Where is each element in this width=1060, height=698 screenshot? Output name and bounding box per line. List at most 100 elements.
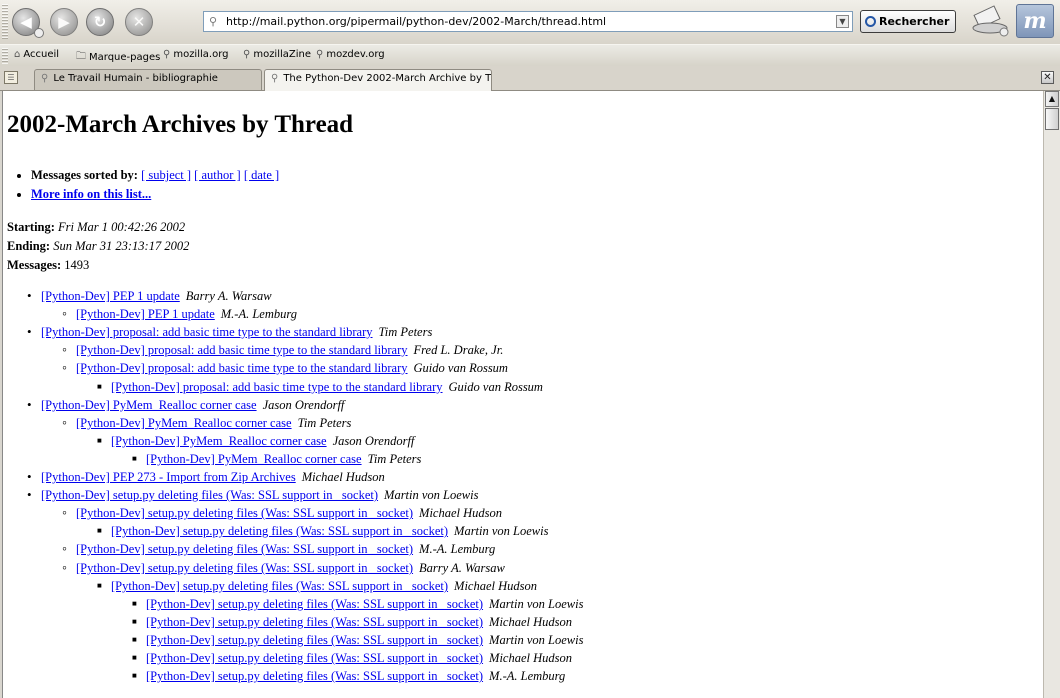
message-author: Jason Orendorff	[262, 398, 345, 412]
reload-button[interactable]: ↻	[86, 8, 114, 36]
close-tab-icon[interactable]: ✕	[1041, 71, 1054, 84]
url-bar[interactable]: ⚲ ▼	[203, 11, 853, 32]
thread-message-item: [Python-Dev] setup.py deleting files (Wa…	[27, 486, 478, 504]
message-author: Martin von Loewis	[489, 597, 584, 611]
list-bullet-icon	[132, 450, 146, 470]
thread-message-item: [Python-Dev] setup.py deleting files (Wa…	[132, 613, 572, 631]
thread-message-item: [Python-Dev] PyMem_Realloc corner case Ja…	[97, 432, 414, 450]
page-icon: ⚲	[209, 15, 218, 28]
message-author: Michael Hudson	[489, 651, 573, 665]
scroll-thumb[interactable]	[1045, 108, 1059, 130]
list-bullet-icon	[62, 560, 76, 579]
list-bullet-icon	[62, 541, 76, 560]
message-subject-link[interactable]: [Python-Dev] PyMem_Realloc corner case	[111, 434, 327, 448]
message-author: Tim Peters	[378, 325, 433, 339]
message-subject-link[interactable]: [Python-Dev] setup.py deleting files (Wa…	[76, 561, 413, 575]
list-bullet-icon	[27, 468, 41, 488]
message-subject-link[interactable]: [Python-Dev] setup.py deleting files (Wa…	[76, 542, 413, 556]
starting-label: Starting:	[7, 220, 55, 234]
thread-message-item: [Python-Dev] PyMem_Realloc corner case Ti…	[62, 414, 351, 432]
list-bullet-icon	[97, 378, 111, 398]
bookmarks-toolbar: ⌂ Accueil 🗀 Marque-pages ⚲ mozilla.org ⚲…	[0, 44, 1060, 67]
more-info-item: More info on this list...	[31, 185, 279, 204]
mozilla-throbber-icon[interactable]: m	[1016, 4, 1054, 38]
message-author: Tim Peters	[297, 416, 352, 430]
thread-message-item: [Python-Dev] setup.py deleting files (Wa…	[62, 504, 502, 522]
thread-message-item: [Python-Dev] setup.py deleting files (Wa…	[62, 559, 505, 577]
page-nav-list: Messages sorted by: [ subject ] [ author…	[7, 166, 279, 204]
message-subject-link[interactable]: [Python-Dev] PyMem_Realloc corner case	[41, 398, 257, 412]
search-button[interactable]: Rechercher	[860, 10, 956, 33]
print-icon[interactable]	[970, 4, 1010, 38]
tab-bar: ☰ ⚲ Le Travail Humain - bibliographie ⚲ …	[0, 66, 1060, 91]
message-subject-link[interactable]: [Python-Dev] setup.py deleting files (Wa…	[146, 651, 483, 665]
message-subject-link[interactable]: [Python-Dev] setup.py deleting files (Wa…	[146, 669, 483, 683]
scroll-up-icon[interactable]: ▲	[1045, 91, 1059, 107]
reload-icon: ↻	[93, 13, 107, 31]
message-subject-link[interactable]: [Python-Dev] proposal: add basic time ty…	[41, 325, 373, 339]
list-bullet-icon	[62, 360, 76, 379]
message-subject-link[interactable]: [Python-Dev] proposal: add basic time ty…	[76, 343, 408, 357]
back-button[interactable]: ◀	[12, 8, 44, 38]
bookmarks-menu[interactable]: 🗀 Marque-pages	[76, 49, 160, 66]
new-tab-icon[interactable]: ☰	[4, 71, 18, 84]
toolbar-grip[interactable]	[2, 4, 8, 40]
thread-message-item: [Python-Dev] PEP 1 update Barry A. Warsaw	[27, 287, 272, 305]
sort-by-date-link[interactable]: [ date ]	[244, 168, 279, 182]
back-arrow-icon: ◀	[20, 13, 32, 31]
browser-window: ◀ ▶ ↻ ✕ ⚲ ▼ Rechercher m ⌂	[0, 0, 1060, 698]
list-bullet-icon	[132, 613, 146, 633]
bookmarks-grip[interactable]	[2, 48, 8, 64]
forward-button[interactable]: ▶	[50, 8, 78, 36]
list-bullet-icon	[27, 486, 41, 506]
sort-by-subject-link[interactable]: [ subject ]	[141, 168, 191, 182]
stop-icon: ✕	[132, 13, 146, 31]
message-subject-link[interactable]: [Python-Dev] PyMem_Realloc corner case	[76, 416, 292, 430]
bookmark-mozdev-org[interactable]: ⚲ mozdev.org	[316, 49, 385, 60]
stop-button[interactable]: ✕	[125, 8, 153, 36]
message-author: Martin von Loewis	[384, 488, 479, 502]
tab-python-dev-archive[interactable]: ⚲ The Python-Dev 2002-March Archive by T…	[264, 69, 492, 91]
list-bullet-icon	[62, 505, 76, 524]
bookmark-mozilla-org[interactable]: ⚲ mozilla.org	[163, 49, 228, 60]
list-bullet-icon	[132, 631, 146, 651]
more-info-link[interactable]: More info on this list...	[31, 187, 151, 201]
bookmark-icon: ⚲	[163, 49, 171, 60]
vertical-scrollbar[interactable]: ▲	[1043, 91, 1060, 698]
message-subject-link[interactable]: [Python-Dev] PEP 1 update	[41, 289, 180, 303]
url-input[interactable]	[226, 13, 826, 30]
sort-links-item: Messages sorted by: [ subject ] [ author…	[31, 166, 279, 185]
message-subject-link[interactable]: [Python-Dev] PEP 1 update	[76, 307, 215, 321]
list-bullet-icon	[132, 595, 146, 615]
message-subject-link[interactable]: [Python-Dev] setup.py deleting files (Wa…	[76, 506, 413, 520]
back-dropdown-icon[interactable]	[34, 28, 44, 38]
message-subject-link[interactable]: [Python-Dev] setup.py deleting files (Wa…	[111, 579, 448, 593]
message-subject-link[interactable]: [Python-Dev] proposal: add basic time ty…	[76, 361, 408, 375]
message-subject-link[interactable]: [Python-Dev] PyMem_Realloc corner case	[146, 452, 362, 466]
list-bullet-icon	[62, 415, 76, 434]
thread-message-item: [Python-Dev] PEP 1 update M.-A. Lemburg	[62, 305, 297, 323]
home-icon: ⌂	[14, 49, 21, 60]
thread-message-item: [Python-Dev] setup.py deleting files (Wa…	[132, 595, 583, 613]
message-author: Martin von Loewis	[454, 524, 549, 538]
message-author: Martin von Loewis	[489, 633, 584, 647]
message-author: Barry A. Warsaw	[419, 561, 505, 575]
thread-message-item: [Python-Dev] setup.py deleting files (Wa…	[97, 522, 548, 540]
list-bullet-icon	[97, 577, 111, 597]
search-icon	[865, 16, 876, 27]
message-subject-link[interactable]: [Python-Dev] proposal: add basic time ty…	[111, 380, 443, 394]
bookmark-home[interactable]: ⌂ Accueil	[14, 49, 59, 60]
message-subject-link[interactable]: [Python-Dev] setup.py deleting files (Wa…	[146, 633, 483, 647]
message-subject-link[interactable]: [Python-Dev] setup.py deleting files (Wa…	[146, 615, 483, 629]
bookmark-mozillazine[interactable]: ⚲ mozillaZine	[243, 49, 311, 60]
tab-travail-humain[interactable]: ⚲ Le Travail Humain - bibliographie	[34, 69, 262, 90]
message-subject-link[interactable]: [Python-Dev] setup.py deleting files (Wa…	[41, 488, 378, 502]
message-author: M.-A. Lemburg	[419, 542, 496, 556]
thread-message-item: [Python-Dev] setup.py deleting files (Wa…	[132, 667, 565, 685]
message-subject-link[interactable]: [Python-Dev] PEP 273 - Import from Zip A…	[41, 470, 296, 484]
sort-by-author-link[interactable]: [ author ]	[194, 168, 241, 182]
message-author: Michael Hudson	[301, 470, 385, 484]
message-subject-link[interactable]: [Python-Dev] setup.py deleting files (Wa…	[146, 597, 483, 611]
url-history-dropdown-icon[interactable]: ▼	[836, 15, 849, 28]
message-subject-link[interactable]: [Python-Dev] setup.py deleting files (Wa…	[111, 524, 448, 538]
